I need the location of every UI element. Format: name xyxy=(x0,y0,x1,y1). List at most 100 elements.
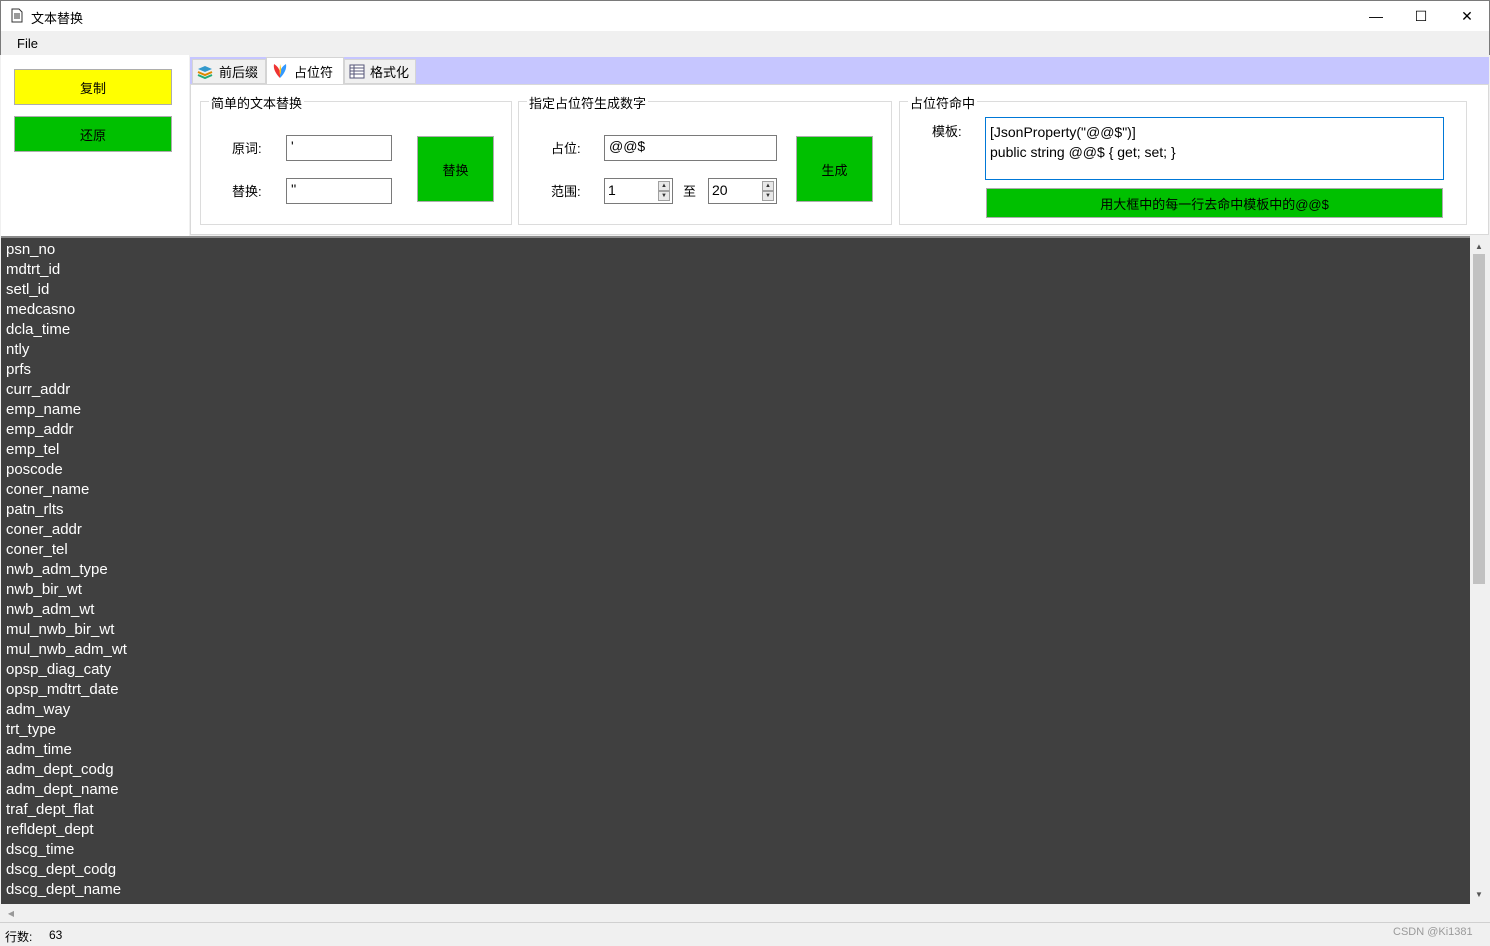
range-to-stepper[interactable]: 20 ▲ ▼ xyxy=(708,178,777,204)
row-count-label: 行数: xyxy=(5,930,33,944)
horizontal-scrollbar[interactable]: ◀ xyxy=(1,904,1470,922)
generate-button[interactable]: 生成 xyxy=(796,136,873,202)
list-item: mul_nwb_bir_wt xyxy=(6,621,115,638)
list-item: dscg_time xyxy=(6,841,75,858)
list-item: coner_addr xyxy=(6,521,82,538)
tab-prefix-suffix-label: 前后缀 xyxy=(219,65,259,80)
list-item: psn_no xyxy=(6,241,56,258)
replace-button-label: 替换 xyxy=(442,162,469,178)
list-item: adm_way xyxy=(6,701,71,718)
menu-bar: File xyxy=(0,31,1490,55)
list-item: prfs xyxy=(6,361,32,378)
range-to-up-button[interactable]: ▲ xyxy=(762,181,774,191)
list-item: nwb_adm_type xyxy=(6,561,108,578)
list-item: coner_tel xyxy=(6,541,68,558)
range-label: 范围: xyxy=(551,184,581,199)
list-item: opsp_diag_caty xyxy=(6,661,112,678)
hit-template-button[interactable]: 用大框中的每一行去命中模板中的@@$ xyxy=(986,188,1443,218)
range-to-value: 20 xyxy=(712,182,728,198)
vertical-scrollbar[interactable]: ▲ ▼ xyxy=(1470,236,1488,904)
list-item: dscg_dept_name xyxy=(6,881,122,898)
replace-word-input[interactable]: '' xyxy=(286,178,392,204)
generate-button-label: 生成 xyxy=(821,162,848,178)
list-item: emp_name xyxy=(6,401,82,418)
placeholder-generate-group: 指定占位符生成数字 占位: @@$ 范围: 1 ▲ ▼ 至 20 ▲ ▼ 生成 xyxy=(518,93,892,225)
placeholder-hit-title: 占位符命中 xyxy=(908,93,978,112)
list-item: dcla_time xyxy=(6,321,71,338)
list-item: ntly xyxy=(6,341,30,358)
tab-placeholder[interactable]: 占位符 xyxy=(266,57,344,84)
template-line-1: [JsonProperty("@@$")] xyxy=(990,124,1136,140)
placeholder-hit-group: 占位符命中 模板: [JsonProperty("@@$")] public s… xyxy=(899,93,1467,225)
range-from-down-button[interactable]: ▼ xyxy=(658,191,670,201)
status-bar: 行数: 63 CSDN @Ki1381 xyxy=(0,922,1490,946)
template-textarea[interactable]: [JsonProperty("@@$")] public string @@$ … xyxy=(985,117,1444,180)
watermark: CSDN @Ki1381 xyxy=(1393,926,1473,938)
range-from-stepper[interactable]: 1 ▲ ▼ xyxy=(604,178,673,204)
range-to-down-button[interactable]: ▼ xyxy=(762,191,774,201)
replace-button[interactable]: 替换 xyxy=(417,136,494,202)
scroll-up-icon[interactable]: ▲ xyxy=(1470,238,1488,254)
hit-template-button-label: 用大框中的每一行去命中模板中的@@$ xyxy=(1100,196,1329,212)
copy-button-label: 复制 xyxy=(79,80,106,96)
list-item: nwb_adm_wt xyxy=(6,601,95,618)
list-item: setl_id xyxy=(6,281,50,298)
list-item: nwb_bir_wt xyxy=(6,581,82,598)
row-count-value: 63 xyxy=(49,928,63,942)
tab-page-placeholder: 简单的文本替换 原词: ' 替换: '' 替换 指定占位符生成数字 占位: @@… xyxy=(190,84,1489,235)
title-bar: 文本替换 — ☐ ✕ xyxy=(0,0,1490,31)
original-word-input[interactable]: ' xyxy=(286,135,392,161)
list-item: refldept_dept xyxy=(6,821,94,838)
document-icon xyxy=(11,8,23,23)
list-item: adm_dept_name xyxy=(6,781,119,798)
placeholder-label: 占位: xyxy=(551,141,581,156)
range-from-up-button[interactable]: ▲ xyxy=(658,181,670,191)
list-item: medcasno xyxy=(6,301,76,318)
close-icon: ✕ xyxy=(1461,7,1473,24)
placeholder-generate-title: 指定占位符生成数字 xyxy=(527,93,649,112)
tab-format-label: 格式化 xyxy=(370,65,410,80)
list-item: curr_addr xyxy=(6,381,71,398)
scroll-left-icon[interactable]: ◀ xyxy=(3,905,19,921)
vertical-scroll-thumb[interactable] xyxy=(1473,254,1485,584)
simple-replace-title: 简单的文本替换 xyxy=(209,93,305,112)
simple-replace-group: 简单的文本替换 原词: ' 替换: '' 替换 xyxy=(200,93,512,225)
tulip-icon xyxy=(273,64,287,78)
list-item: emp_tel xyxy=(6,441,60,458)
list-item: dscg_dept_codg xyxy=(6,861,117,878)
maximize-icon: ☐ xyxy=(1414,7,1428,24)
list-item: coner_name xyxy=(6,481,90,498)
list-item: traf_dept_flat xyxy=(6,801,94,818)
tab-placeholder-label: 占位符 xyxy=(294,64,334,80)
left-panel: 复制 还原 xyxy=(1,55,189,236)
template-label: 模板: xyxy=(932,124,962,139)
replace-word-label: 替换: xyxy=(232,184,262,199)
list-item: mul_nwb_adm_wt xyxy=(6,641,127,658)
copy-button[interactable]: 复制 xyxy=(14,69,172,105)
list-item: opsp_mdtrt_date xyxy=(6,681,119,698)
list-item: adm_time xyxy=(6,741,72,758)
tab-prefix-suffix[interactable]: 前后缀 xyxy=(192,59,266,84)
stack-icon xyxy=(197,65,213,79)
content-list[interactable]: psn_no mdtrt_id setl_id medcasno dcla_timent… xyxy=(1,236,1471,904)
list-item: poscode xyxy=(6,461,63,478)
restore-button-label: 还原 xyxy=(79,127,106,143)
placeholder-input[interactable]: @@$ xyxy=(604,135,777,161)
close-button[interactable]: ✕ xyxy=(1444,1,1490,31)
list-item: emp_addr xyxy=(6,421,74,438)
table-icon xyxy=(349,64,365,79)
template-line-2: public string @@$ { get; set; } xyxy=(990,144,1176,160)
window-title: 文本替换 xyxy=(31,11,84,26)
list-item: trt_type xyxy=(6,721,57,738)
range-to-label: 至 xyxy=(683,184,697,199)
tab-format[interactable]: 格式化 xyxy=(344,59,416,84)
minimize-button[interactable]: — xyxy=(1353,1,1399,31)
maximize-button[interactable]: ☐ xyxy=(1398,1,1444,31)
menu-file[interactable]: File xyxy=(17,36,38,51)
list-item: mdtrt_id xyxy=(6,261,61,278)
list-item: patn_rlts xyxy=(6,501,64,518)
list-item: adm_dept_codg xyxy=(6,761,114,778)
restore-button[interactable]: 还原 xyxy=(14,116,172,152)
range-from-value: 1 xyxy=(608,182,616,198)
scroll-down-icon[interactable]: ▼ xyxy=(1470,886,1488,902)
